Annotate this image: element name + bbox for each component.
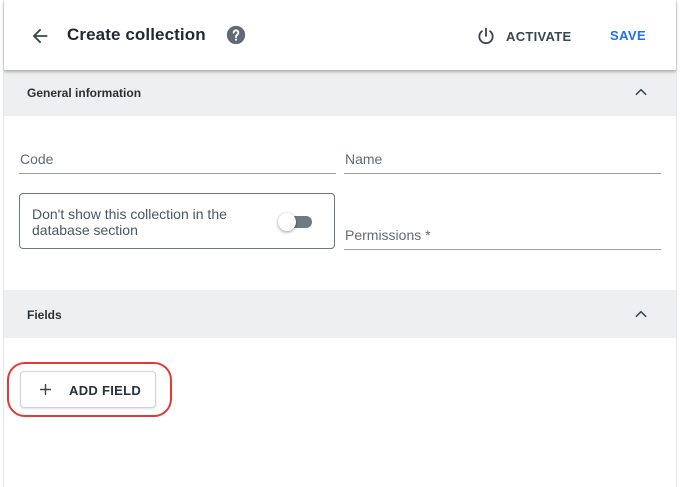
section-title: Fields	[27, 308, 62, 322]
activate-label: ACTIVATE	[506, 28, 572, 44]
code-field[interactable]: Code	[19, 149, 336, 174]
add-field-label: ADD FIELD	[69, 383, 142, 398]
hide-in-database-option: Don't show this collection in the databa…	[19, 193, 335, 249]
fields-section-header[interactable]: Fields	[4, 290, 676, 338]
add-field-button[interactable]: ADD FIELD	[20, 371, 156, 408]
page-title: Create collection	[67, 25, 206, 44]
general-information-section-header[interactable]: General information	[4, 68, 676, 116]
activate-button[interactable]: ACTIVATE	[476, 25, 571, 47]
permissions-field[interactable]: Permissions *	[344, 225, 661, 250]
switch-knob	[278, 213, 296, 231]
chevron-up-icon	[635, 310, 647, 318]
hide-in-database-switch[interactable]	[278, 213, 316, 231]
help-circle-icon[interactable]	[226, 25, 246, 45]
name-field[interactable]: Name	[344, 149, 661, 174]
save-button[interactable]: SAVE	[610, 28, 646, 43]
name-placeholder: Name	[345, 151, 383, 167]
collection-editor: Create collection ACTIVATE SAVE General …	[3, 0, 677, 487]
top-bar: Create collection ACTIVATE SAVE	[4, 0, 676, 70]
code-placeholder: Code	[20, 151, 54, 167]
permissions-placeholder: Permissions *	[345, 227, 431, 243]
toggle-label: Don't show this collection in the databa…	[32, 206, 227, 238]
chevron-up-icon	[635, 88, 647, 96]
plus-icon	[39, 383, 52, 396]
power-icon	[478, 27, 494, 45]
arrow-left-icon[interactable]	[29, 25, 51, 47]
section-title: General information	[27, 86, 142, 100]
